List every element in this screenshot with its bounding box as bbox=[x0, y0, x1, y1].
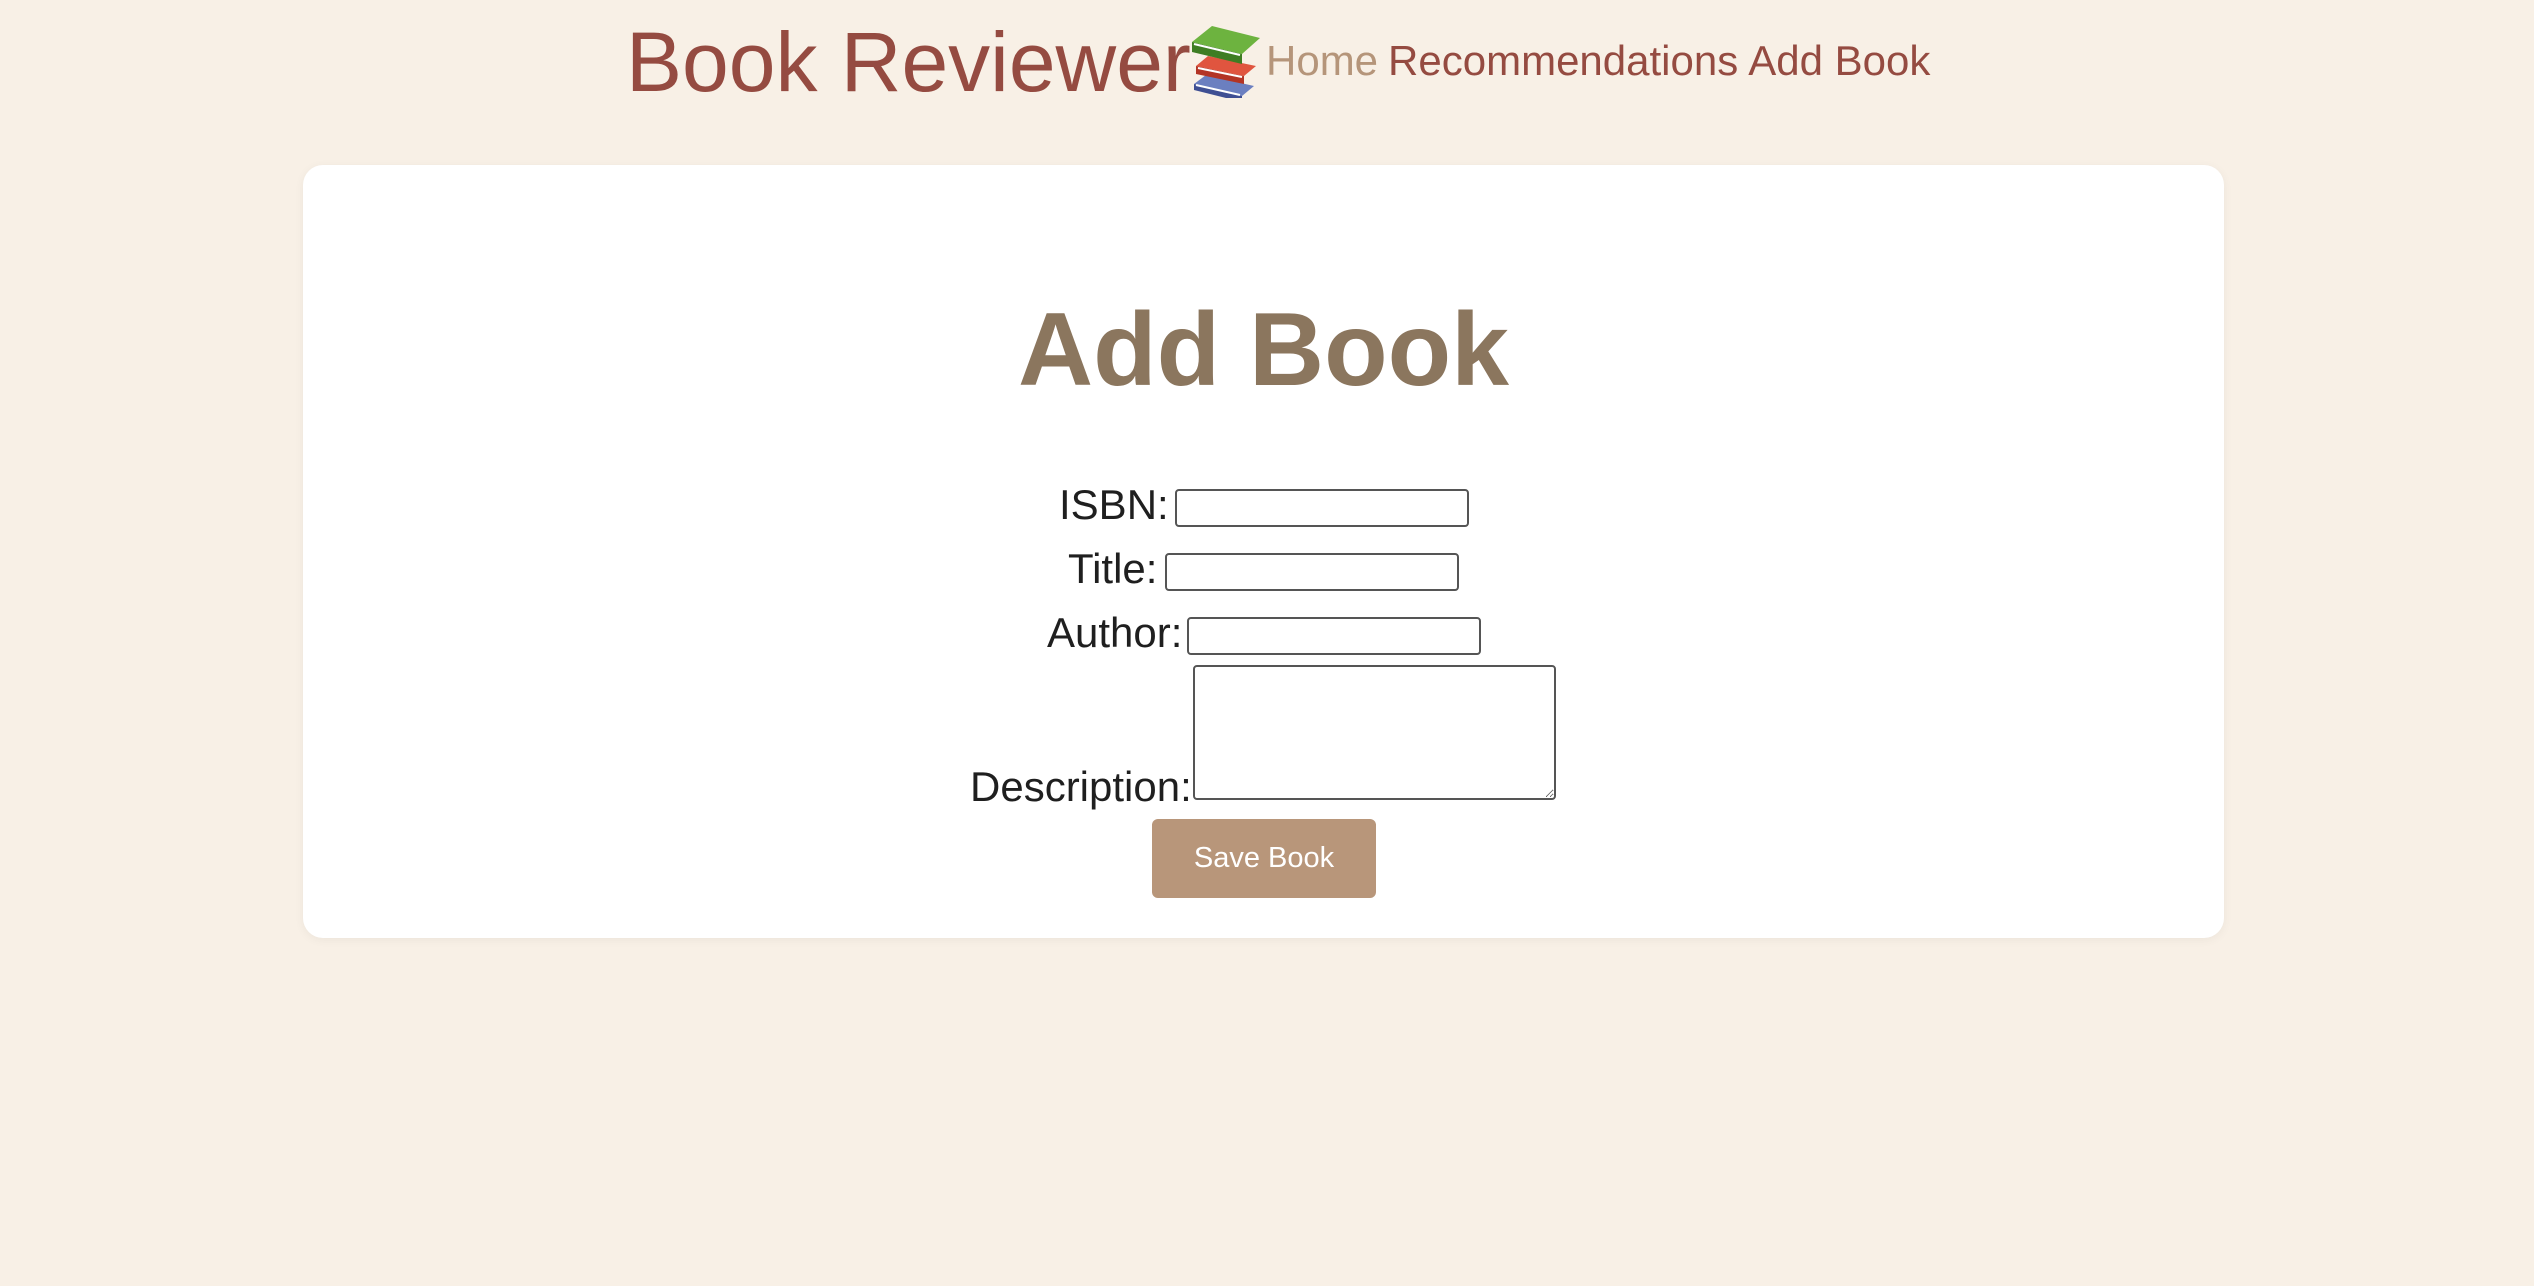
save-book-button[interactable]: Save Book bbox=[1152, 819, 1376, 898]
author-label: Author: bbox=[1047, 609, 1183, 656]
books-stack-icon bbox=[1192, 26, 1260, 98]
description-textarea[interactable] bbox=[1193, 665, 1556, 800]
isbn-input[interactable] bbox=[1175, 489, 1469, 527]
title-label: Title: bbox=[1068, 545, 1158, 592]
nav-add-book-link[interactable]: Add Book bbox=[1748, 37, 1930, 84]
site-title: Book Reviewer bbox=[626, 15, 1191, 109]
author-input[interactable] bbox=[1187, 617, 1481, 655]
title-input[interactable] bbox=[1165, 553, 1459, 591]
header: Book Reviewer Home Recommendations Add Boo… bbox=[0, 0, 2534, 130]
nav-recommendations-link[interactable]: Recommendations bbox=[1388, 37, 1738, 84]
description-label: Description: bbox=[970, 763, 1192, 810]
add-book-card: Add Book ISBN: Title: Author: Descriptio… bbox=[303, 165, 2224, 938]
page-title: Add Book bbox=[1017, 292, 1510, 408]
isbn-label: ISBN: bbox=[1059, 481, 1169, 528]
nav-home-link[interactable]: Home bbox=[1266, 37, 1378, 84]
main-nav: Home Recommendations Add Book bbox=[1266, 36, 1940, 86]
